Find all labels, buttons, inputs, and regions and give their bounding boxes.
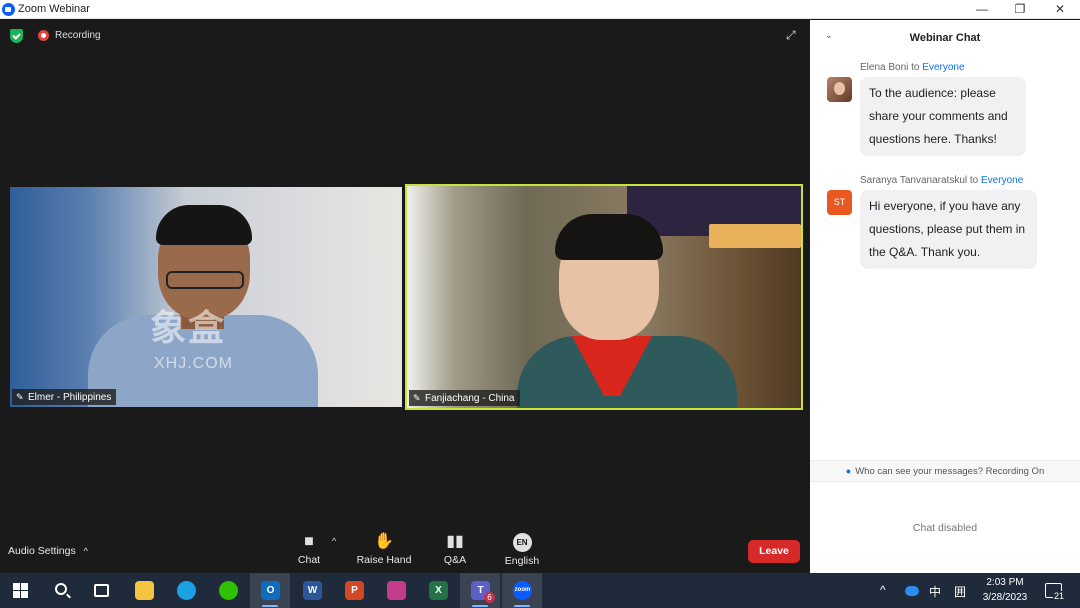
chat-label: Chat xyxy=(297,554,321,566)
taskbar-edge-button[interactable] xyxy=(166,573,206,608)
zoom-logo-icon xyxy=(2,3,15,16)
language-interpretation-button[interactable]: EN English xyxy=(503,533,541,567)
taskbar-teams-button[interactable]: T6 xyxy=(460,573,500,608)
leave-button[interactable]: Leave xyxy=(748,540,800,563)
clock-time: 2:03 PM xyxy=(986,577,1024,588)
message-bubble: To the audience: please share your comme… xyxy=(860,77,1026,156)
powerpoint-icon: P xyxy=(345,581,364,600)
sender-name: Saranya Tanvanaratskul xyxy=(860,175,968,186)
taskbar-wechat-button[interactable] xyxy=(208,573,248,608)
system-clock[interactable]: 2:03 PM 3/28/2023 xyxy=(975,575,1035,605)
restore-button[interactable]: ❐ xyxy=(1000,0,1040,19)
recording-icon xyxy=(38,30,49,41)
watermark-site: XHJ.COM xyxy=(154,355,233,372)
avatar: ST xyxy=(827,190,852,215)
to-word: to xyxy=(911,62,920,73)
notification-count: 21 xyxy=(1052,591,1065,601)
windows-logo-icon xyxy=(13,583,28,598)
onedrive-icon[interactable] xyxy=(905,586,919,596)
pin-icon: ✎ xyxy=(413,393,421,403)
ime-chinese-icon[interactable]: 中 xyxy=(929,583,941,600)
chat-title: Webinar Chat xyxy=(909,32,981,44)
task-view-icon xyxy=(94,584,109,597)
background-lamp xyxy=(709,224,801,248)
chat-panel: ⌄ Webinar Chat Elena Boni to Everyone To… xyxy=(810,20,1080,573)
zoom-icon: zoom xyxy=(513,581,532,600)
app-swirl-icon xyxy=(387,581,406,600)
chat-message: Saranya Tanvanaratskul to Everyone ST Hi… xyxy=(827,175,1077,270)
qa-icon: ▮▮ xyxy=(446,533,464,550)
teams-badge: 6 xyxy=(484,592,495,603)
message-meta: Elena Boni to Everyone xyxy=(860,62,965,73)
to-word: to xyxy=(969,175,979,186)
chat-button[interactable]: ■ Chat xyxy=(296,533,322,566)
raise-hand-label: Raise Hand xyxy=(356,554,412,566)
word-icon: W xyxy=(303,581,322,600)
participant-name-label: ✎ Elmer - Philippines xyxy=(12,389,117,405)
chat-disabled-notice: Chat disabled xyxy=(912,522,978,534)
sender-name: Elena Boni xyxy=(860,62,909,73)
qa-button[interactable]: ▮▮ Q&A xyxy=(440,533,470,566)
avatar xyxy=(827,77,852,102)
audio-settings-button[interactable]: Audio Settings ^ xyxy=(8,545,88,557)
language-label: English xyxy=(504,555,540,567)
chat-bubble-icon: ■ xyxy=(304,533,314,550)
taskbar-powerpoint-button[interactable]: P xyxy=(334,573,374,608)
participant-name: Fanjiachang - China xyxy=(425,393,515,404)
minimize-button[interactable]: — xyxy=(962,0,1002,19)
participant-hair xyxy=(555,214,663,260)
ime-mode-icon[interactable]: 囲 xyxy=(954,583,966,600)
participant-glasses xyxy=(166,271,244,289)
participant-hair xyxy=(156,205,252,245)
title-bar: Zoom Webinar — ❐ ✕ xyxy=(0,0,1080,19)
privacy-text: Who can see your messages? Recording On xyxy=(855,466,1045,477)
participant-name-label: ✎ Fanjiachang - China xyxy=(409,390,520,406)
hidden-icons-chevron-icon[interactable]: ^ xyxy=(880,583,886,597)
zoom-webinar-window: Zoom Webinar — ❐ ✕ Recording ⤢ 象盒 XHJ.CO… xyxy=(0,0,1080,608)
taskbar-file-explorer-button[interactable] xyxy=(124,573,164,608)
participant-name: Elmer - Philippines xyxy=(28,392,112,403)
message-bubble: Hi everyone, if you have any questions, … xyxy=(860,190,1037,269)
chat-options-chevron-icon[interactable]: ^ xyxy=(332,536,336,546)
notification-icon[interactable]: 21 xyxy=(1045,583,1065,601)
user-info-icon: ● xyxy=(845,466,852,476)
taskbar-zoom-button[interactable]: zoom xyxy=(502,573,542,608)
outlook-icon: O xyxy=(261,581,280,600)
security-shield-icon[interactable] xyxy=(10,29,23,43)
message-visibility-info[interactable]: ● Who can see your messages? Recording On xyxy=(810,460,1080,482)
hand-icon: ✋ xyxy=(374,533,394,550)
pin-icon: ✎ xyxy=(16,392,24,402)
chevron-up-icon: ^ xyxy=(83,546,88,556)
clock-date: 3/28/2023 xyxy=(982,592,1028,603)
recipient-link[interactable]: Everyone xyxy=(922,62,964,73)
chat-message: Elena Boni to Everyone To the audience: … xyxy=(827,62,1077,157)
video-tile-fanjiachang[interactable]: ✎ Fanjiachang - China xyxy=(405,184,803,410)
close-button[interactable]: ✕ xyxy=(1040,0,1080,19)
qa-label: Q&A xyxy=(443,554,467,566)
window-title: Zoom Webinar xyxy=(18,3,90,15)
start-button[interactable] xyxy=(0,573,40,608)
search-button[interactable] xyxy=(41,573,81,608)
wechat-icon xyxy=(219,581,238,600)
audio-settings-label: Audio Settings xyxy=(8,545,76,557)
message-meta: Saranya Tanvanaratskul to Everyone xyxy=(860,175,1023,186)
edge-icon xyxy=(177,581,196,600)
windows-taskbar: O W P X T 6 zoom ^ 中 囲 xyxy=(0,573,1080,608)
taskbar-excel-button[interactable]: X xyxy=(418,573,458,608)
excel-icon: X xyxy=(429,581,448,600)
file-explorer-icon xyxy=(135,581,154,600)
video-tile-elmer[interactable]: 象盒 XHJ.COM ✎ Elmer - Philippines xyxy=(10,187,402,407)
fullscreen-icon[interactable]: ⤢ xyxy=(786,29,799,42)
language-globe-icon: EN xyxy=(512,533,532,552)
watermark-logo: 象盒 xyxy=(150,307,227,348)
video-area: Recording ⤢ 象盒 XHJ.COM ✎ Elmer - Philippi… xyxy=(0,20,810,573)
taskbar-outlook-button[interactable]: O xyxy=(250,573,290,608)
task-view-button[interactable] xyxy=(81,573,121,608)
taskbar-word-button[interactable]: W xyxy=(292,573,332,608)
recording-label: Recording xyxy=(55,30,101,41)
taskbar-app-swirl-button[interactable] xyxy=(376,573,416,608)
search-icon xyxy=(55,583,67,595)
raise-hand-button[interactable]: ✋ Raise Hand xyxy=(356,533,412,566)
recipient-link[interactable]: Everyone xyxy=(981,175,1023,186)
